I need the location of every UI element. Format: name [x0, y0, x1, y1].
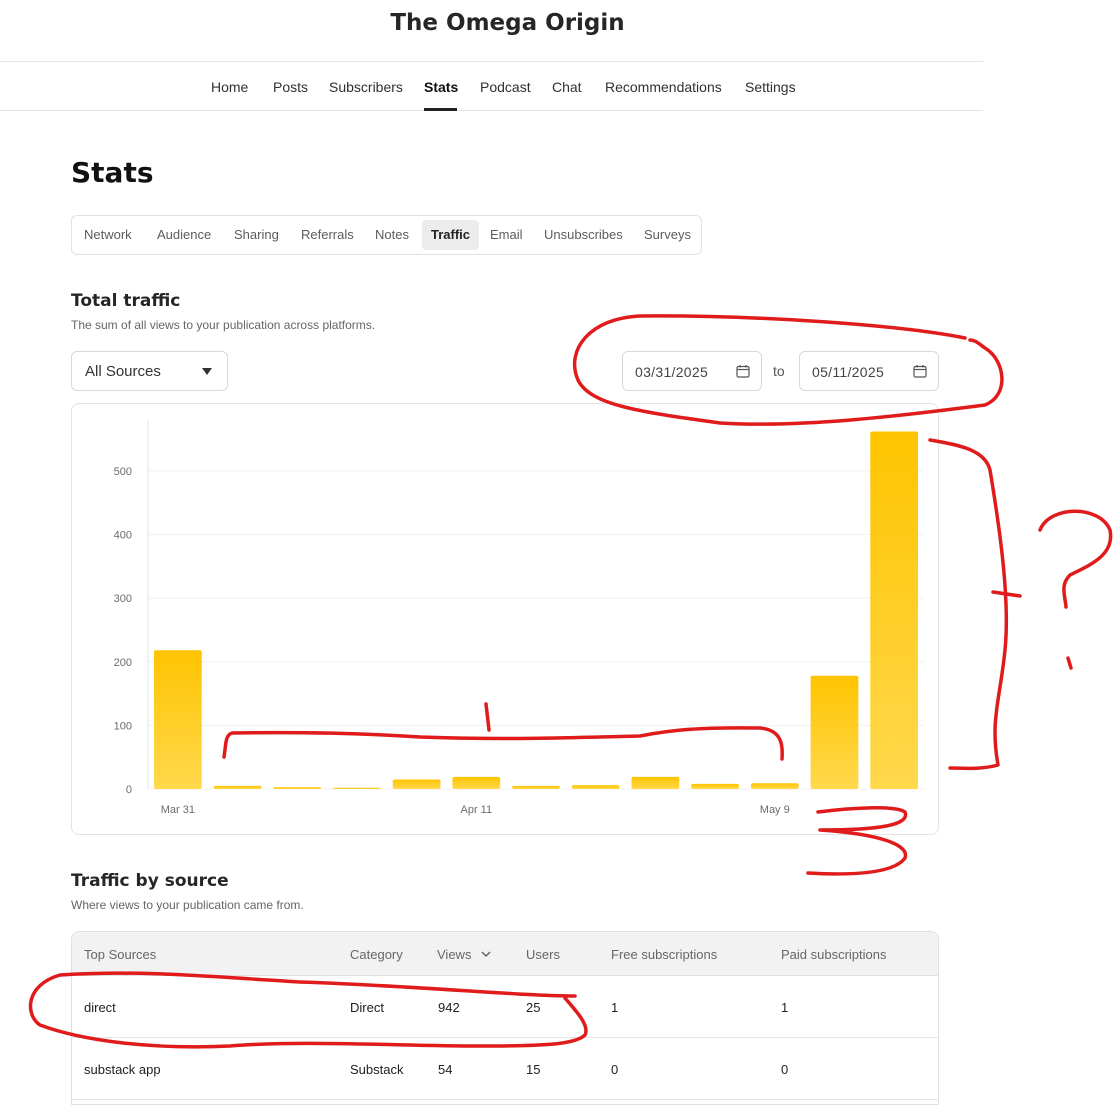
- tab-surveys[interactable]: Surveys: [644, 220, 691, 250]
- x-tick-label: Mar 31: [161, 804, 195, 816]
- traffic-chart-card: 0 100 200 300 400 500 Mar 31 Apr 11 May 9: [71, 403, 939, 835]
- tab-unsubscribes[interactable]: Unsubscribes: [544, 220, 623, 250]
- y-tick-label: 200: [114, 657, 132, 669]
- traffic-bar[interactable]: [452, 776, 501, 789]
- tab-traffic[interactable]: Traffic: [422, 220, 480, 250]
- cell-users: 25: [526, 1000, 541, 1015]
- date-to-field[interactable]: 05/11/2025: [799, 351, 939, 391]
- column-header-free-subscriptions[interactable]: Free subscriptions: [611, 947, 717, 962]
- traffic-bar[interactable]: [333, 787, 381, 789]
- active-nav-indicator: [424, 108, 457, 111]
- traffic-by-source-subtitle: Where views to your publication came fro…: [71, 898, 304, 912]
- traffic-bar[interactable]: [750, 783, 799, 789]
- annotation-question-mark: [1038, 509, 1113, 609]
- cell-free-subscriptions: 0: [611, 1062, 619, 1077]
- date-to-value: 05/11/2025: [812, 364, 885, 380]
- stats-subtabs: Network Audience Sharing Referrals Notes…: [71, 215, 702, 255]
- column-header-category[interactable]: Category: [350, 947, 403, 962]
- cell-free-subscriptions: 1: [611, 1000, 619, 1015]
- date-from-value: 03/31/2025: [635, 364, 709, 380]
- y-tick-label: 300: [114, 593, 132, 605]
- source-select[interactable]: All Sources: [71, 351, 228, 391]
- sort-chevron-down-icon[interactable]: [481, 951, 491, 958]
- column-header-paid-subscriptions[interactable]: Paid subscriptions: [781, 947, 887, 962]
- nav-home[interactable]: Home: [211, 79, 248, 95]
- cell-views: 54: [438, 1062, 453, 1077]
- traffic-bar[interactable]: [631, 776, 680, 789]
- column-header-source[interactable]: Top Sources: [84, 947, 156, 962]
- publication-title: The Omega Origin: [390, 10, 625, 36]
- y-tick-label: 500: [114, 466, 132, 478]
- nav-chat[interactable]: Chat: [552, 79, 582, 95]
- y-tick-label: 100: [114, 720, 132, 732]
- page-title: Stats: [71, 156, 154, 189]
- top-navigation: Home Posts Subscribers Stats Podcast Cha…: [0, 61, 983, 111]
- table-row[interactable]: direct Direct 942 25 1 1: [72, 976, 938, 1038]
- y-tick-label: 0: [126, 784, 132, 796]
- traffic-bar[interactable]: [213, 785, 262, 789]
- tab-network[interactable]: Network: [84, 220, 132, 250]
- date-range-separator: to: [773, 363, 785, 379]
- traffic-source-table: Top Sources Category Views Users Free su…: [71, 931, 939, 1105]
- x-tick-label: May 9: [760, 804, 790, 816]
- traffic-bar[interactable]: [273, 787, 322, 789]
- traffic-by-source-title: Traffic by source: [71, 871, 229, 891]
- traffic-bar[interactable]: [392, 779, 441, 789]
- nav-podcast[interactable]: Podcast: [480, 79, 531, 95]
- table-header: Top Sources Category Views Users Free su…: [72, 932, 938, 976]
- calendar-icon[interactable]: [736, 364, 750, 378]
- source-select-value: All Sources: [85, 363, 161, 380]
- traffic-bar[interactable]: [571, 785, 620, 789]
- nav-posts[interactable]: Posts: [273, 79, 308, 95]
- cell-paid-subscriptions: 0: [781, 1062, 789, 1077]
- calendar-icon[interactable]: [913, 364, 927, 378]
- cell-source: substack app: [84, 1062, 161, 1077]
- tab-notes[interactable]: Notes: [375, 220, 409, 250]
- annotation-question-dot: [1066, 656, 1073, 670]
- traffic-bar[interactable]: [512, 785, 560, 789]
- nav-subscribers[interactable]: Subscribers: [329, 79, 403, 95]
- nav-recommendations[interactable]: Recommendations: [605, 79, 722, 95]
- cell-source: direct: [84, 1000, 116, 1015]
- annotation-bracket-tick: [991, 590, 1022, 598]
- table-row[interactable]: substack app Substack 54 15 0 0: [72, 1038, 938, 1100]
- total-traffic-title: Total traffic: [71, 291, 181, 311]
- traffic-bar-chart: 0 100 200 300 400 500 Mar 31 Apr 11 May 9: [114, 420, 924, 816]
- cell-users: 15: [526, 1062, 541, 1077]
- annotation-bracket-right: [928, 438, 1009, 771]
- y-tick-label: 400: [114, 530, 132, 542]
- caret-down-icon: [202, 368, 212, 375]
- nav-stats[interactable]: Stats: [424, 79, 458, 95]
- tab-sharing[interactable]: Sharing: [234, 220, 279, 250]
- date-from-field[interactable]: 03/31/2025: [622, 351, 762, 391]
- column-header-views[interactable]: Views: [437, 947, 471, 962]
- traffic-bar[interactable]: [691, 783, 739, 789]
- cell-category: Substack: [350, 1062, 404, 1077]
- cell-views: 942: [438, 1000, 460, 1015]
- tab-referrals[interactable]: Referrals: [301, 220, 354, 250]
- tab-email[interactable]: Email: [490, 220, 523, 250]
- traffic-bar[interactable]: [870, 431, 919, 789]
- traffic-bar[interactable]: [810, 675, 859, 789]
- total-traffic-subtitle: The sum of all views to your publication…: [71, 318, 376, 332]
- x-tick-label: Apr 11: [461, 804, 493, 816]
- tab-audience[interactable]: Audience: [157, 220, 211, 250]
- cell-paid-subscriptions: 1: [781, 1000, 789, 1015]
- cell-category: Direct: [350, 1000, 384, 1015]
- nav-settings[interactable]: Settings: [745, 79, 796, 95]
- traffic-bar[interactable]: [153, 650, 202, 789]
- column-header-users[interactable]: Users: [526, 947, 560, 962]
